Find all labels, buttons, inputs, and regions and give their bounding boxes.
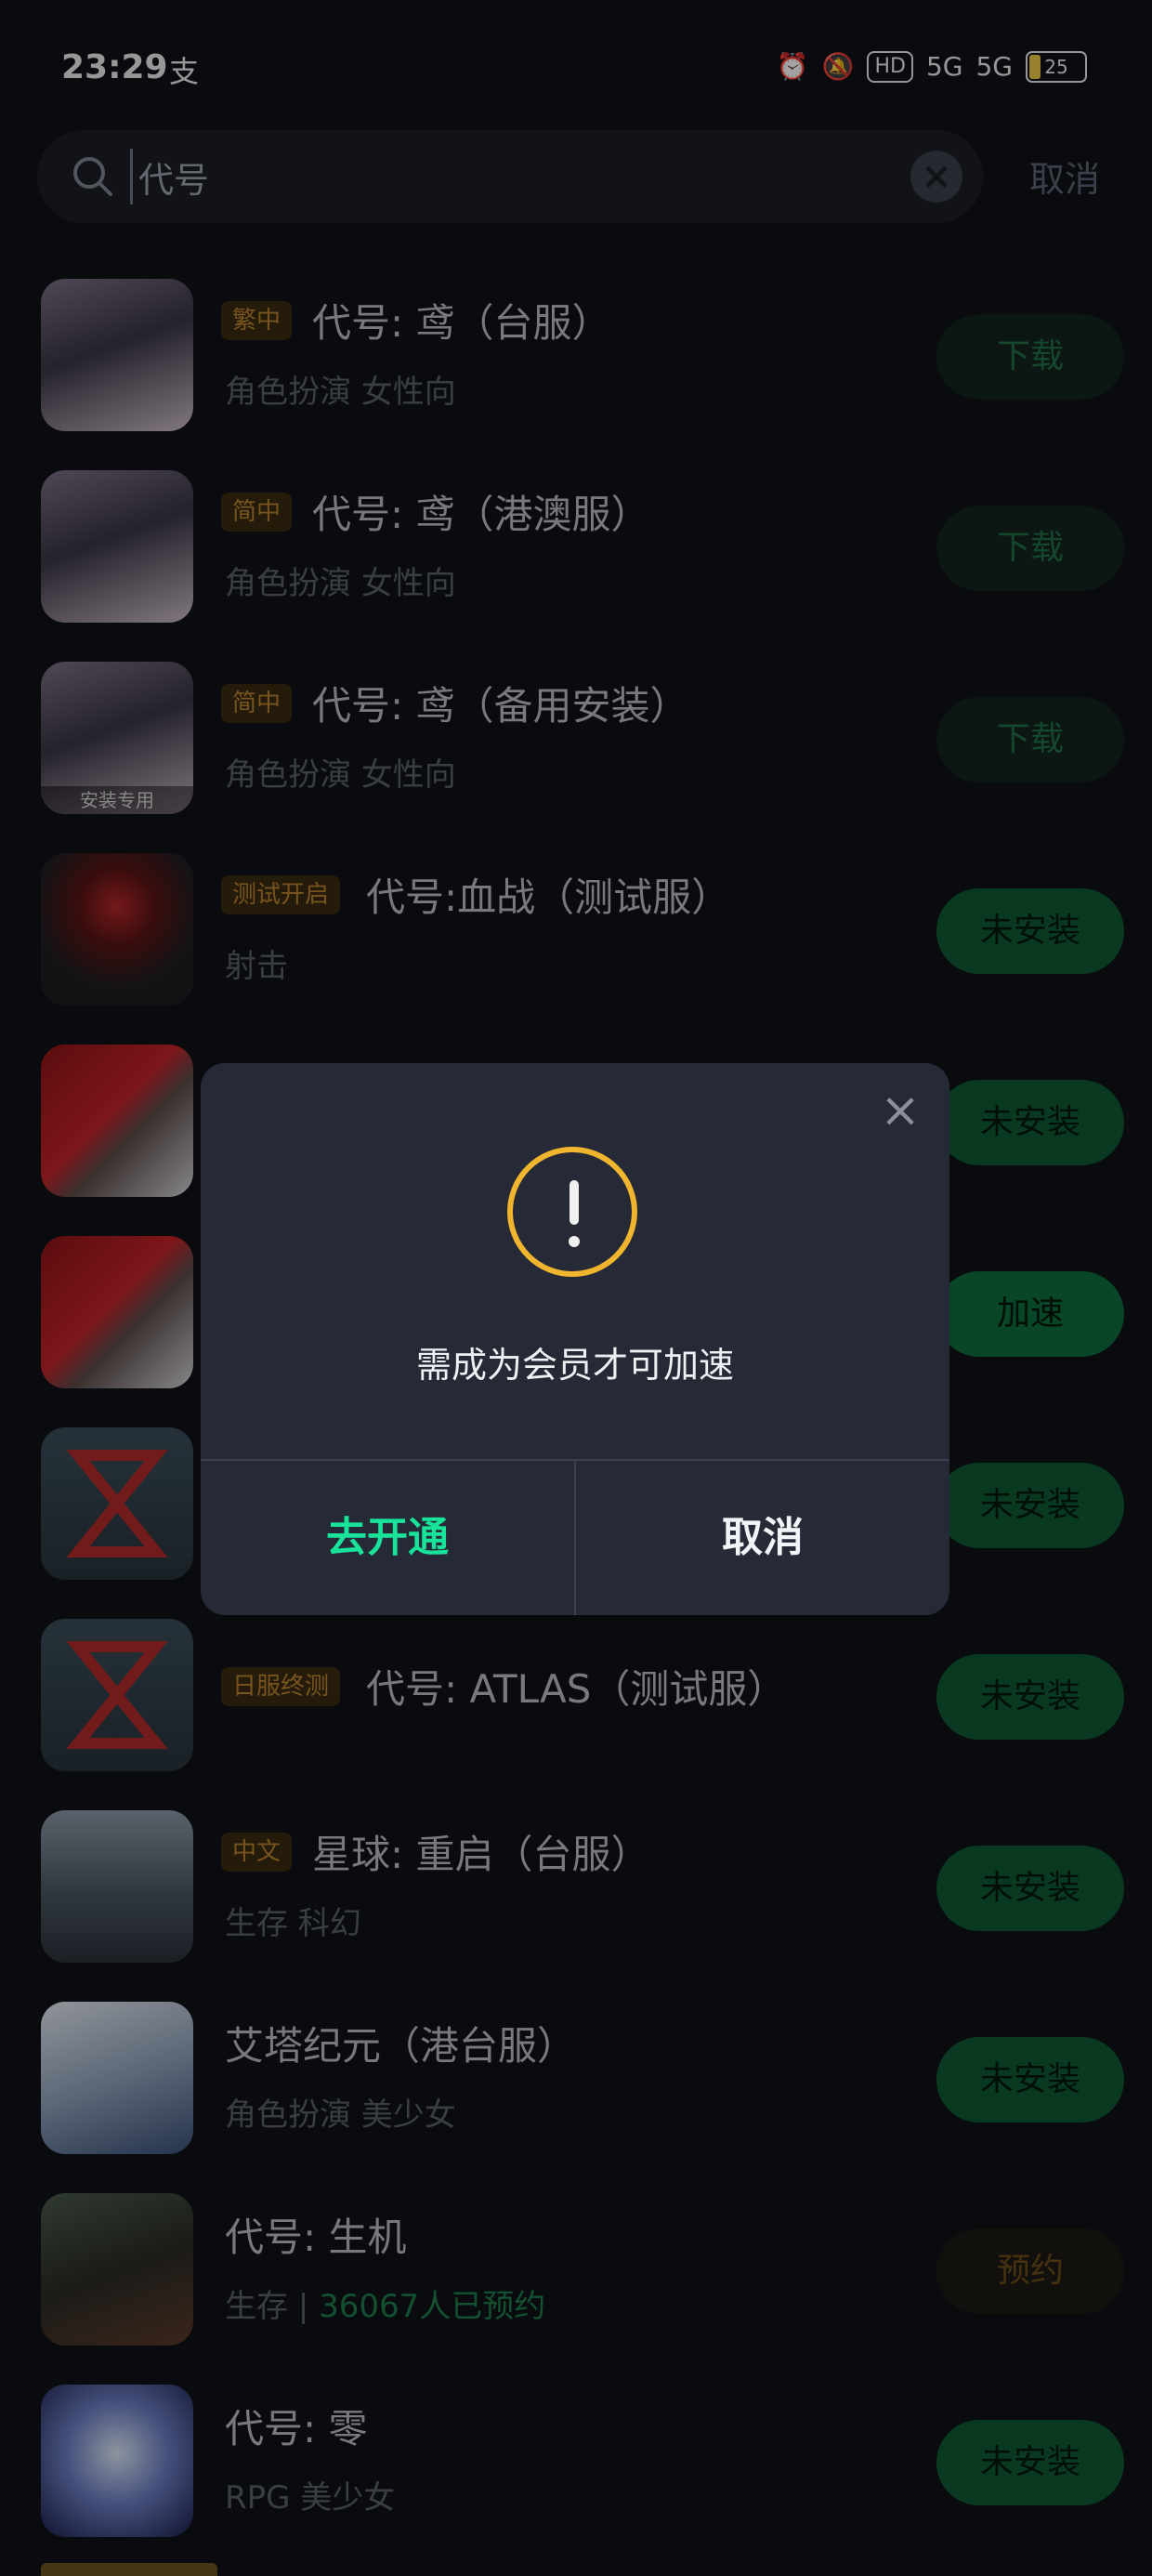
dialog-cancel-button[interactable]: 取消 [576, 1461, 949, 1615]
activate-membership-button[interactable]: 去开通 [201, 1461, 574, 1615]
dialog-message: 需成为会员才可加速 [415, 1345, 734, 1386]
membership-dialog: × 需成为会员才可加速 去开通 取消 [201, 1063, 949, 1615]
close-icon[interactable]: × [877, 1086, 923, 1135]
warning-icon [507, 1147, 637, 1277]
